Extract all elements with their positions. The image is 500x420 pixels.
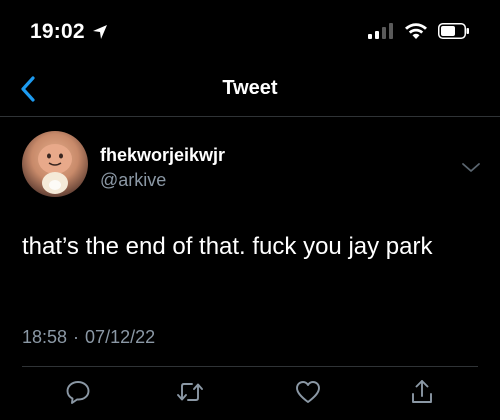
reply-button[interactable] <box>62 378 94 410</box>
nav-bar: Tweet <box>0 62 500 117</box>
reply-icon <box>64 378 92 411</box>
cellular-signal-icon <box>368 23 394 44</box>
like-button[interactable] <box>292 378 324 410</box>
location-arrow-icon <box>91 23 109 41</box>
tweet-action-bar <box>0 378 500 414</box>
page-title: Tweet <box>222 77 278 99</box>
tweet-text: that’s the end of that. fuck you jay par… <box>22 233 433 260</box>
tweet-time: 18:58 <box>22 327 68 347</box>
share-icon <box>408 378 436 411</box>
tweet-timestamp[interactable]: 18:58 · 07/12/22 <box>22 327 155 348</box>
share-button[interactable] <box>406 378 438 410</box>
tweet-date: 07/12/22 <box>85 327 156 347</box>
more-options-button[interactable] <box>460 161 482 175</box>
author-handle[interactable]: @arkive <box>100 170 166 191</box>
status-time-group: 19:02 <box>30 20 109 44</box>
author-name[interactable]: fhekworjeikwjr <box>100 145 225 166</box>
status-indicators <box>368 22 470 45</box>
avatar[interactable] <box>22 131 88 197</box>
status-time: 19:02 <box>30 20 85 43</box>
heart-icon <box>294 378 322 411</box>
retweet-icon <box>175 378 205 411</box>
wifi-icon <box>404 22 428 45</box>
status-bar: 19:02 <box>0 0 500 60</box>
meta-separator: · <box>73 327 80 347</box>
chevron-down-icon <box>460 162 482 179</box>
battery-icon <box>438 23 470 44</box>
divider <box>22 366 478 367</box>
retweet-button[interactable] <box>174 378 206 410</box>
